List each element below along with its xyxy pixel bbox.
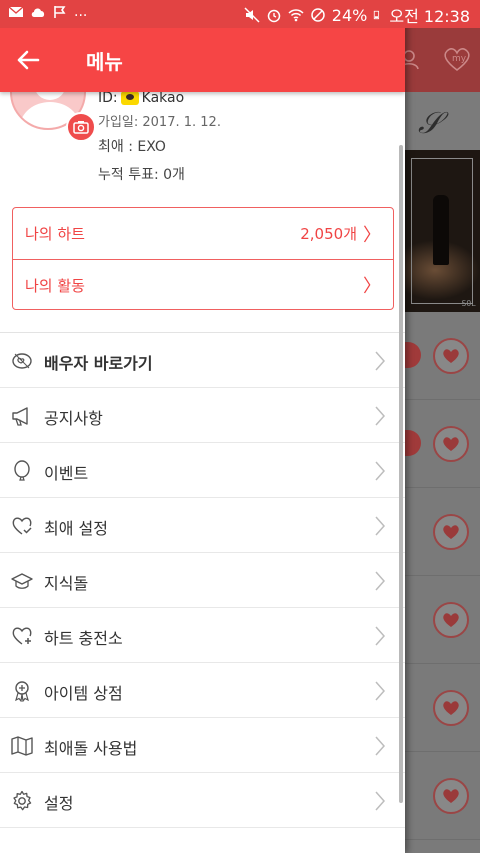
my-activity-row[interactable]: 나의 활동 〉: [13, 259, 393, 310]
profile-section: ID: Kakao 가입일: 2017. 1. 12. 최애 : EXO 누적 …: [0, 54, 405, 197]
status-system: 24% 오전 12:38: [244, 3, 470, 27]
drawer-header: 메뉴: [0, 28, 405, 92]
couple-link-icon: [12, 353, 32, 369]
status-bar: ... 24% 오전 12:38: [0, 0, 480, 28]
gear-icon: [13, 790, 32, 811]
treble-clef-icon[interactable]: 𝒮: [418, 106, 441, 141]
background-row[interactable]: [405, 576, 480, 664]
chevron-right-icon: [375, 681, 386, 701]
favorite-idol: 최애 : EXO: [98, 139, 166, 155]
menu-item-settings[interactable]: 설정: [0, 773, 405, 828]
my-label: my: [452, 54, 467, 64]
summary-box: 나의 하트 2,050개 〉 나의 활동 〉: [12, 207, 394, 310]
megaphone-icon: [12, 407, 28, 426]
background-row[interactable]: [405, 400, 480, 488]
menu-list: 배우자 바로가기 공지사항 이벤트 최애 설정 지식돌 하트 충전소 아이템 상…: [0, 333, 405, 828]
my-hearts-row[interactable]: 나의 하트 2,050개 〉: [13, 208, 393, 259]
background-row[interactable]: [405, 312, 480, 400]
menu-item-label: 최애 설정: [44, 519, 108, 538]
clock: 오전 12:38: [389, 7, 470, 26]
background-row[interactable]: [405, 752, 480, 840]
menu-item-event[interactable]: 이벤트: [0, 443, 405, 498]
chevron-right-icon: [375, 571, 386, 591]
id-label: ID:: [98, 90, 118, 106]
background-tabbar: [405, 92, 480, 150]
heart-plus-icon: [12, 627, 32, 645]
chevron-right-icon: [375, 736, 386, 756]
status-notifications: ...: [8, 4, 87, 20]
menu-item-guide[interactable]: 최애돌 사용법: [0, 718, 405, 773]
profile-id: ID: Kakao: [98, 90, 184, 106]
vote-heart-icon[interactable]: [433, 602, 469, 638]
vote-heart-icon[interactable]: [433, 338, 469, 374]
background-row[interactable]: [405, 488, 480, 576]
menu-item-item-shop[interactable]: 아이템 상점: [0, 663, 405, 718]
performer-silhouette: [433, 195, 449, 265]
chevron-right-icon: 〉: [363, 224, 381, 246]
menu-item-label: 공지사항: [44, 409, 103, 428]
cloud-icon: [31, 8, 45, 17]
check-flag-icon: [54, 6, 66, 18]
background-photo[interactable]: SOL: [405, 150, 480, 312]
map-icon: [11, 736, 33, 756]
wifi-icon: [288, 9, 304, 22]
menu-item-notice[interactable]: 공지사항: [0, 388, 405, 443]
battery-percent: 24%: [331, 5, 368, 25]
rank-pill: [405, 430, 421, 456]
my-hearts-value: 2,050개: [300, 225, 357, 243]
chevron-right-icon: [375, 461, 386, 481]
graduation-cap-icon: [11, 573, 33, 589]
photo-tag: SOL: [461, 299, 476, 308]
my-activity-label: 나의 활동: [25, 276, 85, 295]
camera-icon[interactable]: [66, 112, 96, 142]
chevron-right-icon: [375, 406, 386, 426]
medal-icon: [15, 681, 29, 702]
kakao-icon: [120, 91, 139, 105]
chevron-right-icon: [375, 516, 386, 536]
vote-heart-icon[interactable]: [433, 514, 469, 550]
rank-pill: [405, 342, 421, 368]
menu-item-label: 최애돌 사용법: [44, 739, 138, 758]
menu-item-heart-charge[interactable]: 하트 충전소: [0, 608, 405, 663]
back-arrow-icon[interactable]: [12, 44, 44, 76]
menu-item-favorite-setting[interactable]: 최애 설정: [0, 498, 405, 553]
my-heart-icon[interactable]: my: [442, 46, 472, 72]
menu-item-label: 아이템 상점: [44, 684, 123, 703]
menu-item-label: 이벤트: [44, 464, 89, 483]
battery-icon: [374, 10, 380, 20]
heart-check-icon: [12, 517, 32, 535]
menu-item-label: 하트 충전소: [44, 629, 123, 648]
background-row[interactable]: [405, 664, 480, 752]
alarm-icon: [267, 9, 281, 23]
vote-heart-icon[interactable]: [433, 690, 469, 726]
drawer-scrollbar[interactable]: [399, 145, 403, 803]
total-votes: 누적 투표: 0개: [98, 167, 185, 183]
join-date: 가입일: 2017. 1. 12.: [98, 115, 221, 130]
chevron-right-icon: [375, 791, 386, 811]
menu-item-knowledge[interactable]: 지식돌: [0, 553, 405, 608]
chevron-right-icon: [375, 626, 386, 646]
menu-item-label: 지식돌: [44, 574, 89, 593]
vote-heart-icon[interactable]: [433, 778, 469, 814]
menu-item-label: 설정: [44, 794, 74, 813]
mute-icon: [244, 7, 260, 23]
menu-item-spouse-shortcut[interactable]: 배우자 바로가기: [0, 333, 405, 388]
status-ellipsis: ...: [74, 4, 88, 20]
navigation-drawer: 메뉴 ID: Kakao 가입일: 2017. 1. 12. 최애 : EXO …: [0, 0, 405, 853]
chevron-right-icon: 〉: [363, 276, 381, 297]
my-hearts-label: 나의 하트: [25, 225, 85, 243]
chevron-right-icon: [375, 351, 386, 371]
login-provider: Kakao: [141, 90, 185, 106]
mail-icon: [8, 6, 24, 17]
menu-item-label: 배우자 바로가기: [44, 354, 153, 373]
drawer-title: 메뉴: [86, 50, 123, 74]
balloon-icon: [14, 460, 30, 481]
vote-heart-icon[interactable]: [433, 426, 469, 462]
no-signal-icon: [311, 8, 325, 22]
